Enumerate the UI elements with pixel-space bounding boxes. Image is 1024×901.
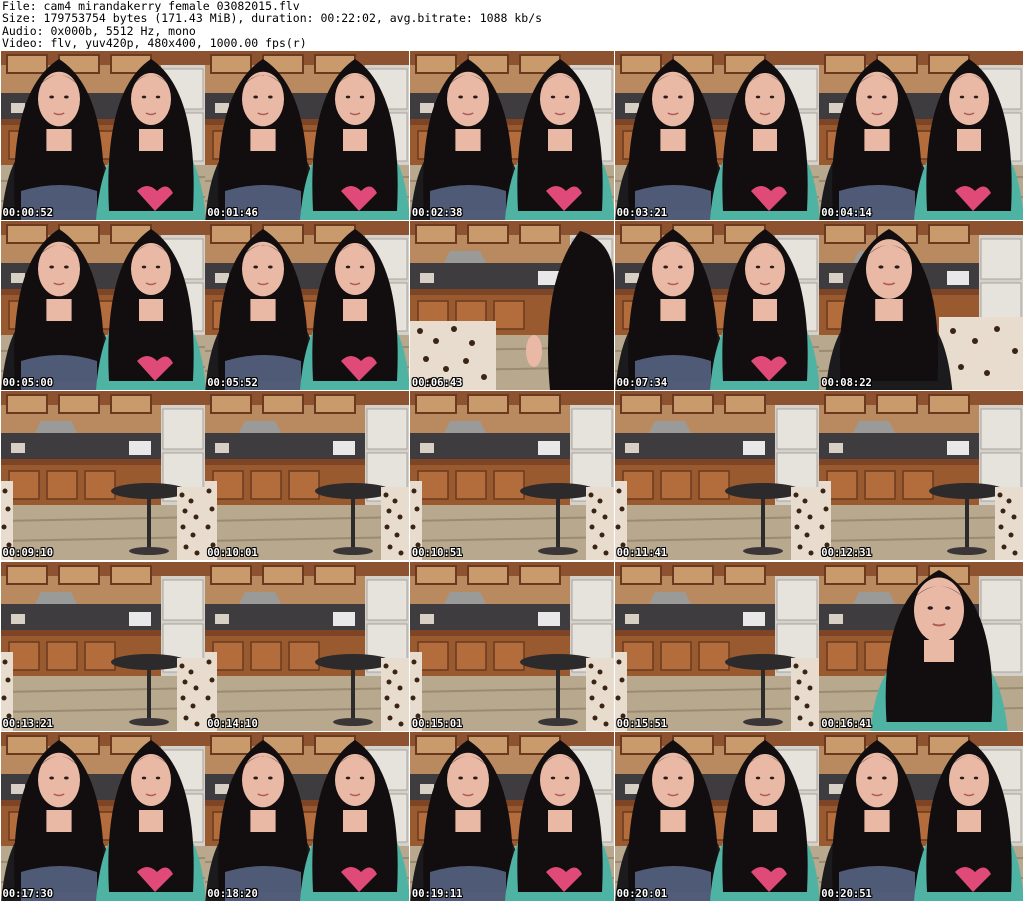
thumbnail-image bbox=[205, 731, 410, 901]
video-thumbnail: 00:07:34 bbox=[614, 221, 819, 391]
video-thumbnail: 00:15:01 bbox=[409, 561, 614, 731]
video-thumbnail: 00:16:41 bbox=[819, 561, 1024, 731]
thumbnail-timestamp: 00:06:43 bbox=[411, 377, 463, 390]
video-thumbnail: 00:15:51 bbox=[614, 561, 819, 731]
thumbnail-timestamp: 00:09:10 bbox=[2, 547, 54, 560]
thumbnail-timestamp: 00:20:01 bbox=[616, 887, 668, 900]
thumbnail-timestamp: 00:12:31 bbox=[821, 547, 872, 560]
thumbnail-image bbox=[205, 221, 410, 391]
thumbnail-timestamp: 00:10:01 bbox=[207, 547, 258, 560]
thumbnail-image bbox=[819, 561, 1024, 731]
video-thumbnail: 00:12:31 bbox=[819, 391, 1024, 561]
video-thumbnail: 00:08:22 bbox=[819, 221, 1024, 391]
thumbnail-timestamp: 00:04:14 bbox=[821, 207, 872, 219]
video-thumbnail: 00:18:20 bbox=[205, 731, 410, 901]
thumbnail-timestamp: 00:17:30 bbox=[2, 887, 54, 900]
thumbnail-image bbox=[614, 221, 819, 391]
video-thumbnail: 00:09:10 bbox=[0, 391, 205, 561]
video-thumbnail: 00:03:21 bbox=[614, 51, 819, 220]
file-size-line: Size: 179753754 bytes (171.43 MiB), dura… bbox=[2, 12, 543, 25]
thumbnail-image bbox=[409, 221, 614, 391]
thumbnail-image bbox=[819, 731, 1024, 901]
video-thumbnail: 00:20:51 bbox=[819, 731, 1024, 901]
thumbnail-image bbox=[0, 731, 205, 901]
thumbnail-image bbox=[205, 561, 410, 731]
thumbnail-timestamp: 00:08:22 bbox=[821, 377, 872, 390]
thumbnail-timestamp: 00:05:00 bbox=[2, 377, 54, 390]
thumbnail-timestamp: 00:16:41 bbox=[821, 717, 872, 730]
thumbnail-image bbox=[0, 561, 205, 731]
video-thumbnail: 00:11:41 bbox=[614, 391, 819, 561]
thumbnail-timestamp: 00:07:34 bbox=[616, 377, 668, 390]
video-thumbnail: 00:05:00 bbox=[0, 221, 205, 391]
thumbnail-image bbox=[614, 561, 819, 731]
thumbnail-timestamp: 00:10:51 bbox=[411, 547, 463, 560]
video-thumbnail: 00:14:10 bbox=[205, 561, 410, 731]
thumbnail-image bbox=[205, 391, 410, 561]
thumbnail-timestamp: 00:02:38 bbox=[411, 207, 463, 219]
thumbnail-grid: 00:00:52 00:01:46 00:02:38 00:03:21 00:0… bbox=[0, 51, 1024, 901]
thumbnail-image bbox=[409, 391, 614, 561]
video-thumbnail: 00:10:01 bbox=[205, 391, 410, 561]
thumbnail-timestamp: 00:20:51 bbox=[821, 887, 872, 900]
thumbnail-timestamp: 00:05:52 bbox=[207, 377, 258, 390]
video-thumbnail: 00:02:38 bbox=[409, 51, 614, 220]
thumbnail-image bbox=[0, 391, 205, 561]
video-thumbnail: 00:17:30 bbox=[0, 731, 205, 901]
thumbnail-image bbox=[819, 221, 1024, 391]
thumbnail-image bbox=[0, 51, 205, 220]
video-thumbnail: 00:10:51 bbox=[409, 391, 614, 561]
file-info-header: File: cam4_mirandakerry_female_03082015.… bbox=[2, 0, 1022, 50]
video-thumbnail: 00:20:01 bbox=[614, 731, 819, 901]
video-thumbnail: 00:19:11 bbox=[409, 731, 614, 901]
file-name-line: File: cam4_mirandakerry_female_03082015.… bbox=[2, 0, 300, 13]
thumbnail-timestamp: 00:01:46 bbox=[207, 207, 258, 219]
video-thumbnail: 00:04:14 bbox=[819, 51, 1024, 220]
thumbnail-image bbox=[614, 391, 819, 561]
thumbnail-timestamp: 00:11:41 bbox=[616, 547, 668, 560]
thumbnail-image bbox=[409, 51, 614, 220]
thumbnail-timestamp: 00:13:21 bbox=[2, 717, 54, 730]
thumbnail-timestamp: 00:00:52 bbox=[2, 207, 54, 219]
thumbnail-image bbox=[409, 561, 614, 731]
thumbnail-timestamp: 00:14:10 bbox=[207, 717, 258, 730]
thumbnail-image bbox=[819, 391, 1024, 561]
thumbnail-timestamp: 00:18:20 bbox=[207, 887, 258, 900]
video-thumbnail: 00:05:52 bbox=[205, 221, 410, 391]
thumbnail-timestamp: 00:03:21 bbox=[616, 207, 668, 219]
thumbnail-image bbox=[614, 731, 819, 901]
thumbnail-image bbox=[409, 731, 614, 901]
thumbnail-timestamp: 00:19:11 bbox=[411, 887, 463, 900]
thumbnail-timestamp: 00:15:01 bbox=[411, 717, 463, 730]
thumbnail-image bbox=[819, 51, 1024, 220]
video-thumbnail: 00:06:43 bbox=[409, 221, 614, 391]
video-thumbnail: 00:13:21 bbox=[0, 561, 205, 731]
video-info-line: Video: flv, yuv420p, 480x400, 1000.00 fp… bbox=[2, 36, 307, 50]
thumbnail-image bbox=[0, 221, 205, 391]
video-thumbnail: 00:01:46 bbox=[205, 51, 410, 220]
audio-info-line: Audio: 0x000b, 5512 Hz, mono bbox=[2, 24, 196, 37]
video-thumbnail: 00:00:52 bbox=[0, 51, 205, 220]
thumbnail-image bbox=[205, 51, 410, 220]
thumbnail-timestamp: 00:15:51 bbox=[616, 717, 668, 730]
thumbnail-image bbox=[614, 51, 819, 220]
